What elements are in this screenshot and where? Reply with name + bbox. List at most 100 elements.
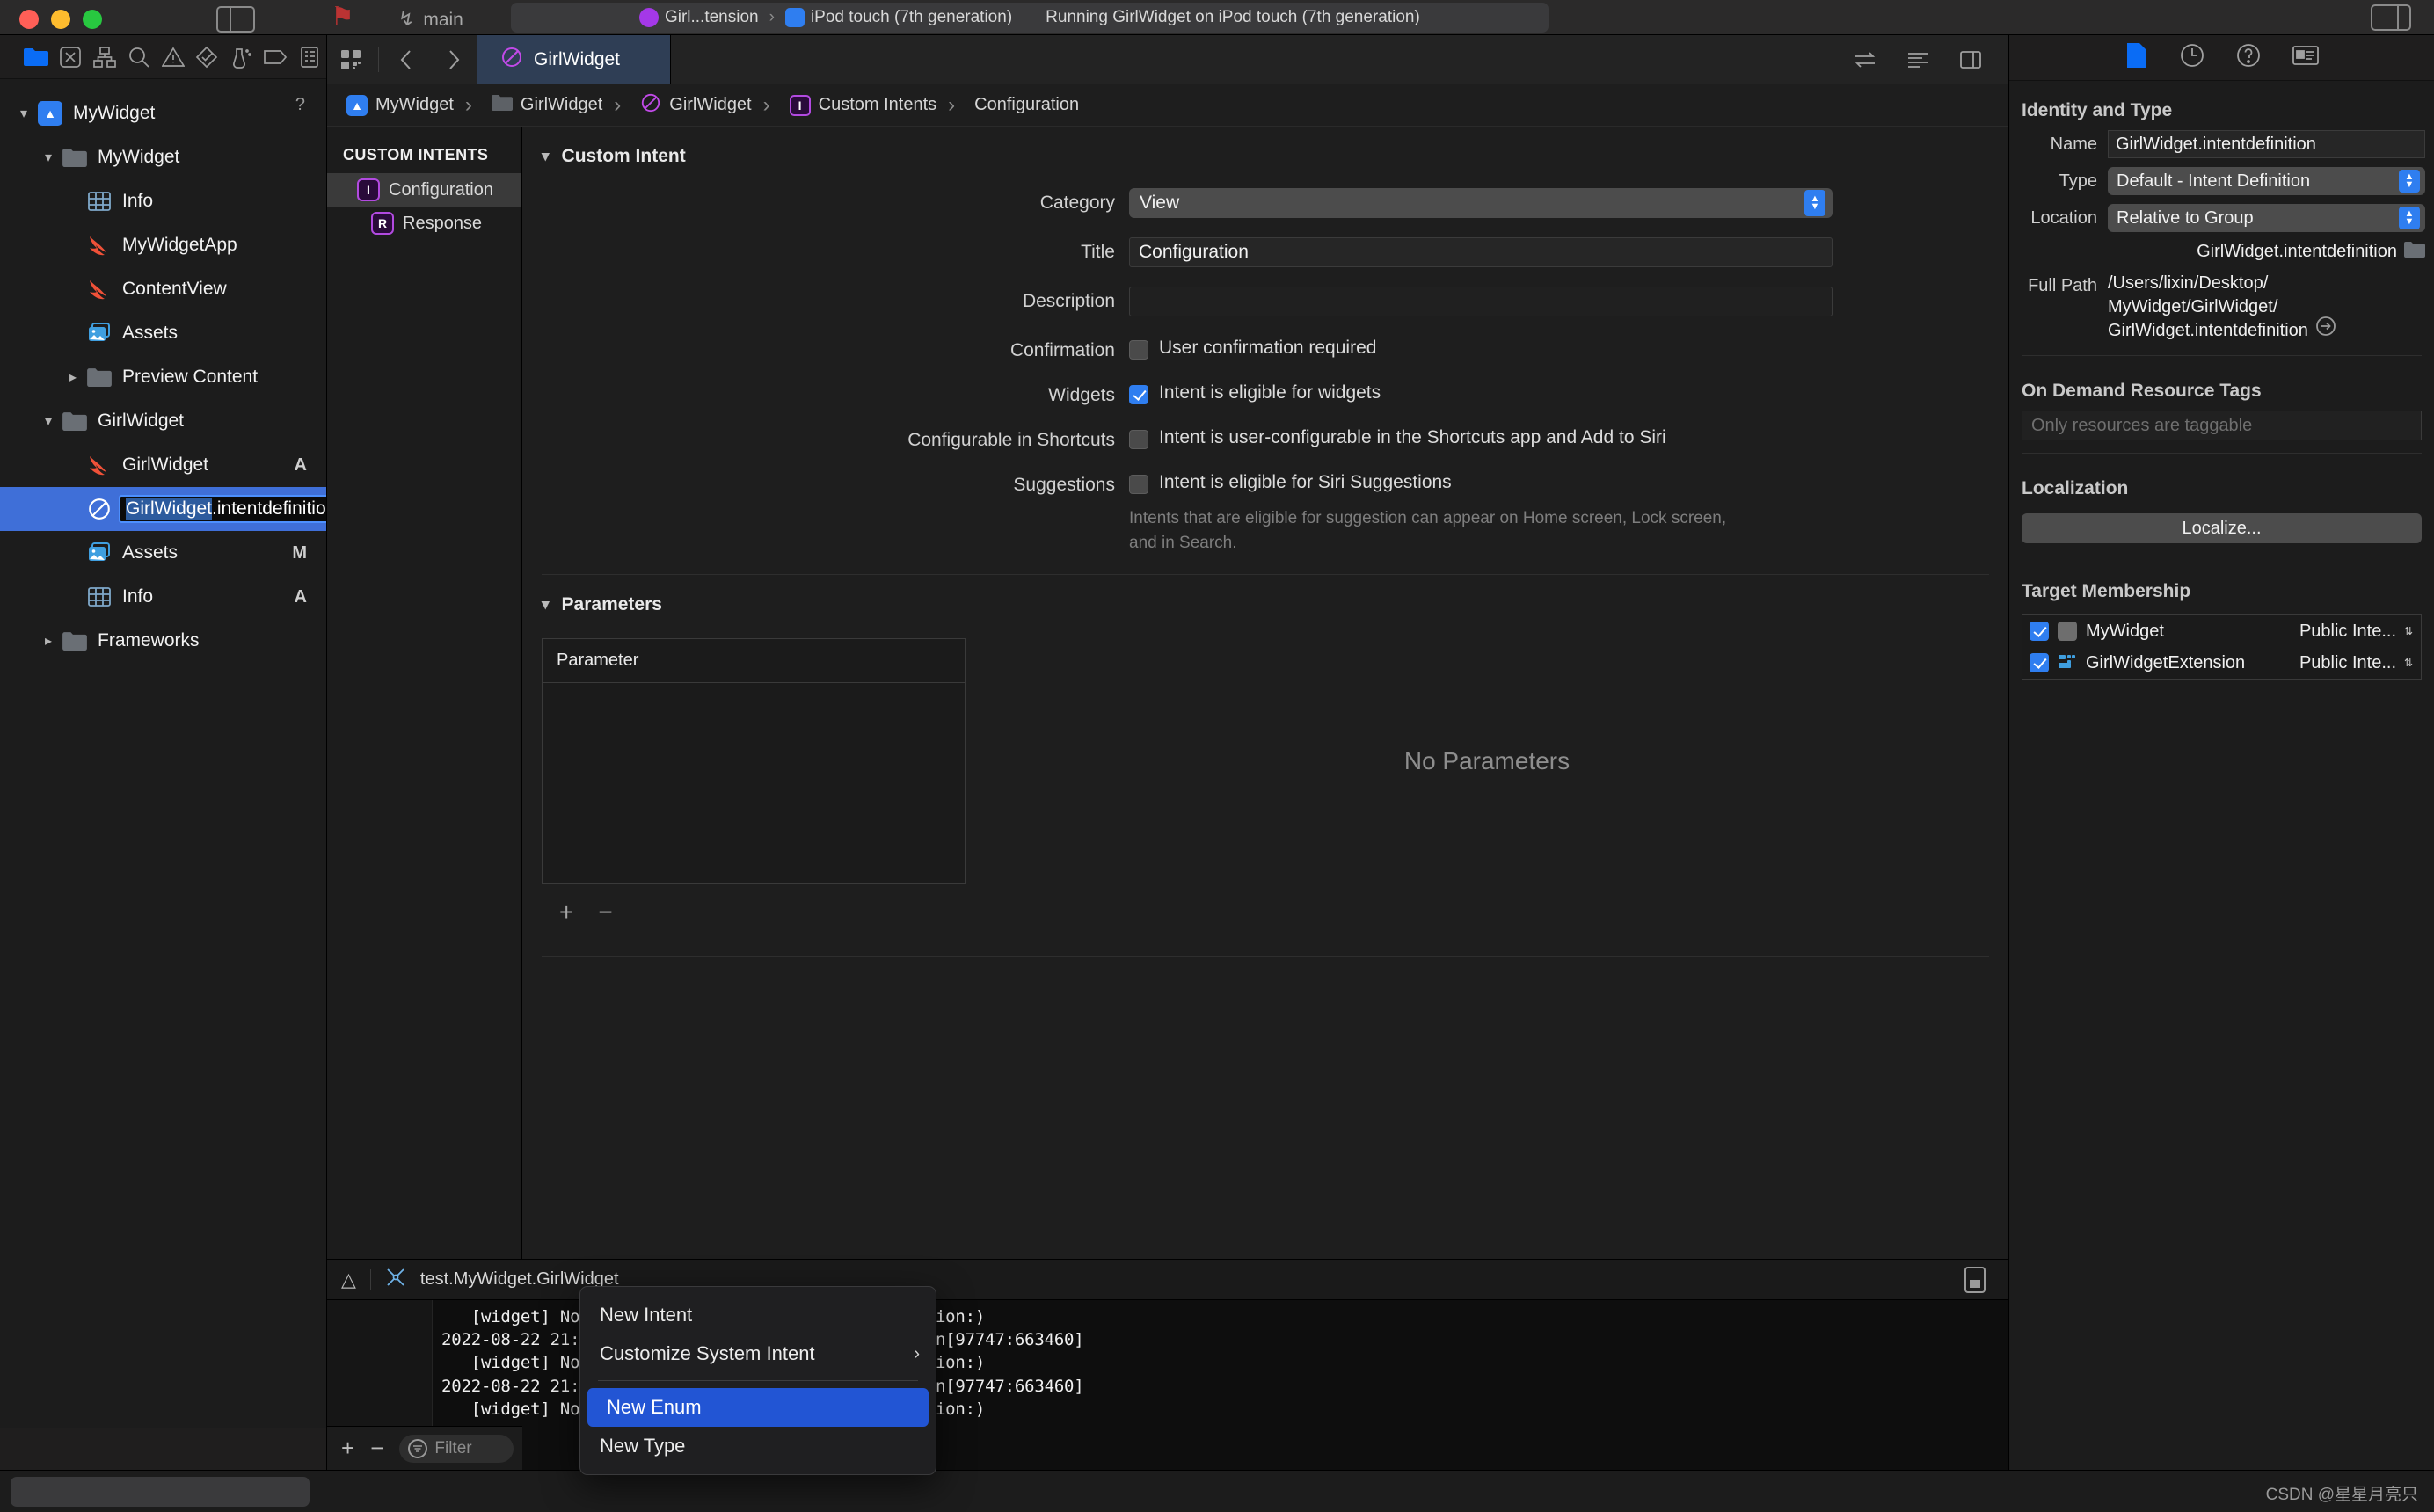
suggestions-control[interactable]: Intent is eligible for Siri Suggestions …	[1129, 470, 1833, 555]
chevron-updown-icon[interactable]: ⇅	[2403, 627, 2414, 636]
breadcrumb-item-2[interactable]: GirlWidget	[602, 92, 751, 119]
name-input[interactable]: GirlWidget.intentdefinition	[2108, 130, 2425, 158]
category-control[interactable]: View ▲▼	[1129, 188, 1833, 218]
navigator-row[interactable]: InfoA	[0, 575, 326, 619]
scheme-chip[interactable]: Girl...tension	[639, 8, 759, 27]
location-select[interactable]: Relative to Group ▲▼	[2108, 204, 2425, 232]
navigator-row[interactable]: MyWidgetApp	[0, 223, 326, 267]
navigator-row[interactable]: GirlWidget.intentdefinitionA	[0, 487, 326, 531]
minimize-window-button[interactable]	[51, 10, 70, 29]
remove-parameter-button[interactable]: −	[598, 898, 612, 927]
quick-help-icon[interactable]	[2292, 45, 2319, 70]
zoom-window-button[interactable]	[83, 10, 102, 29]
navigator-row[interactable]: Info	[0, 179, 326, 223]
breakpoint-icon[interactable]	[258, 35, 292, 79]
navigator-row[interactable]: AssetsM	[0, 531, 326, 575]
intents-filter-input[interactable]: Filter	[399, 1435, 514, 1463]
choose-folder-icon[interactable]	[2404, 241, 2425, 263]
destination-chip[interactable]: iPod touch (7th generation)	[785, 8, 1012, 27]
shortcuts-checkbox[interactable]	[1129, 430, 1148, 449]
intent-list-item-configuration[interactable]: I Configuration	[327, 173, 521, 207]
signal-icon[interactable]: △	[341, 1268, 356, 1291]
chevron-down-icon[interactable]: ▾	[12, 105, 35, 122]
add-intent-button[interactable]: +	[341, 1435, 354, 1462]
navigator-row[interactable]: GirlWidgetA	[0, 443, 326, 487]
target-role[interactable]: Public Inte... ⇅	[2299, 622, 2414, 642]
run-status-bar[interactable]: Girl...tension › iPod touch (7th generat…	[511, 3, 1549, 33]
add-editor-icon[interactable]	[1947, 35, 1994, 84]
title-input[interactable]: Configuration	[1129, 237, 1833, 267]
close-window-button[interactable]	[19, 10, 39, 29]
navigator-row[interactable]: ▾GirlWidget	[0, 399, 326, 443]
chevron-down-icon[interactable]: ▾	[37, 412, 60, 430]
breadcrumb-item-3[interactable]: I Custom Intents	[752, 93, 937, 118]
menu-item[interactable]: New Enum	[587, 1388, 929, 1427]
intent-list-item-response[interactable]: R Response	[327, 207, 521, 240]
back-chevron-icon[interactable]	[383, 35, 430, 84]
symbol-hierarchy-icon[interactable]	[88, 35, 122, 79]
file-inspector-icon[interactable]	[2125, 42, 2148, 73]
chevron-down-icon[interactable]: ▾	[542, 596, 550, 614]
minimap-icon[interactable]	[1894, 35, 1942, 84]
history-inspector-icon[interactable]	[2180, 43, 2204, 72]
warning-icon[interactable]	[156, 35, 190, 79]
navigator-row[interactable]: Assets	[0, 311, 326, 355]
custom-intent-section-header[interactable]: ▾ Custom Intent	[522, 127, 2008, 178]
navigator-row[interactable]: ▾MyWidget	[0, 135, 326, 179]
editor-options-icon[interactable]	[327, 35, 375, 84]
source-control-icon[interactable]	[54, 35, 88, 79]
target-membership-row[interactable]: GirlWidgetExtension Public Inte... ⇅	[2022, 647, 2421, 679]
menu-item[interactable]: New Type	[580, 1427, 936, 1465]
chevron-down-icon[interactable]: ▾	[542, 148, 550, 165]
test-icon[interactable]	[190, 35, 224, 79]
toggle-inspector-button[interactable]	[2371, 4, 2411, 31]
chevron-updown-icon[interactable]: ▲▼	[2399, 170, 2420, 193]
breadcrumb-item-4[interactable]: Configuration	[936, 93, 1079, 118]
breadcrumb[interactable]: ▲ MyWidget GirlWidget GirlWidget I Custo…	[327, 84, 2008, 127]
remove-intent-button[interactable]: −	[370, 1435, 383, 1462]
widgets-control[interactable]: Intent is eligible for widgets	[1129, 381, 1833, 404]
navigator-row[interactable]: ▸Preview Content	[0, 355, 326, 399]
chevron-down-icon[interactable]: ▾	[37, 149, 60, 166]
shortcuts-control[interactable]: Intent is user-configurable in the Short…	[1129, 425, 1920, 449]
navigator-row[interactable]: ▾▲MyWidget	[0, 91, 326, 135]
menu-item[interactable]: Customize System Intent›	[580, 1334, 936, 1373]
navigator-bottom-control[interactable]	[11, 1477, 310, 1507]
navigator-tree[interactable]: ? ▾▲MyWidget▾MyWidgetInfoMyWidgetAppCont…	[0, 79, 326, 1428]
minimize-console-icon[interactable]	[1964, 1267, 1986, 1293]
rename-file-input[interactable]: GirlWidget.intentdefinition	[119, 495, 326, 523]
navigator-row[interactable]: ▸Frameworks	[0, 619, 326, 663]
breadcrumb-item-1[interactable]: GirlWidget	[454, 93, 602, 118]
target-checkbox[interactable]	[2030, 653, 2049, 672]
branch-indicator[interactable]: ↯ main	[398, 8, 463, 34]
wrench-icon[interactable]	[385, 1267, 406, 1292]
suggestions-checkbox-row[interactable]: Intent is eligible for Siri Suggestions	[1129, 470, 1833, 494]
title-control[interactable]: Configuration	[1129, 237, 1833, 267]
forward-chevron-icon[interactable]	[430, 35, 477, 84]
target-role[interactable]: Public Inte... ⇅	[2299, 653, 2414, 673]
folder-icon[interactable]	[19, 35, 54, 79]
chevron-right-icon[interactable]: ▸	[62, 368, 84, 386]
report-icon[interactable]	[292, 35, 326, 79]
compare-versions-icon[interactable]	[1841, 35, 1889, 84]
chevron-right-icon[interactable]: ▸	[37, 632, 60, 650]
navigator-filter-bar[interactable]	[0, 1428, 326, 1470]
description-control[interactable]	[1129, 287, 1833, 316]
breakpoints-flag-icon[interactable]: ⚑	[331, 4, 354, 31]
search-icon[interactable]	[121, 35, 156, 79]
description-input[interactable]	[1129, 287, 1833, 316]
chevron-updown-icon[interactable]: ▲▼	[1804, 190, 1826, 216]
menu-item[interactable]: New Intent	[580, 1296, 936, 1334]
navigator-row[interactable]: ContentView	[0, 267, 326, 311]
suggestions-checkbox[interactable]	[1129, 475, 1148, 494]
add-parameter-button[interactable]: +	[559, 898, 573, 927]
widgets-checkbox[interactable]	[1129, 385, 1148, 404]
localize-button[interactable]: Localize...	[2022, 513, 2422, 543]
traffic-lights[interactable]	[0, 10, 102, 34]
confirmation-checkbox[interactable]	[1129, 340, 1148, 360]
on-demand-tags-input[interactable]: Only resources are taggable	[2022, 411, 2422, 440]
target-membership-row[interactable]: MyWidget Public Inte... ⇅	[2022, 615, 2421, 647]
chevron-updown-icon[interactable]: ⇅	[2403, 658, 2414, 667]
chevron-updown-icon[interactable]: ▲▼	[2399, 207, 2420, 229]
type-select[interactable]: Default - Intent Definition ▲▼	[2108, 167, 2425, 195]
